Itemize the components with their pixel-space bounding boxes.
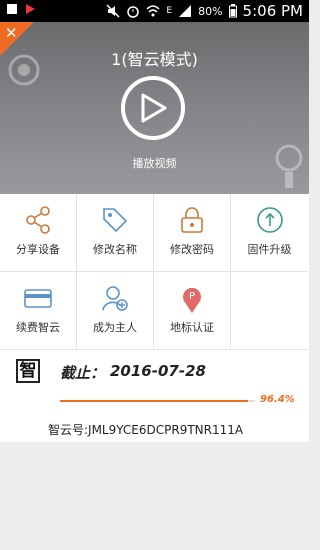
action-label: 分享设备 xyxy=(16,243,60,256)
location-pin-icon: P xyxy=(183,287,201,313)
clock: 5:06 PM xyxy=(242,2,303,20)
progress-fill xyxy=(60,400,248,402)
status-right: E 80% 5:06 PM xyxy=(106,2,303,20)
action-label: 修改名称 xyxy=(93,243,137,256)
play-icon xyxy=(141,93,167,123)
action-label: 修改密码 xyxy=(170,243,214,256)
lock-icon xyxy=(181,207,203,233)
close-icon[interactable]: ✕ xyxy=(5,24,18,42)
firmware-upgrade-button[interactable]: 固件升级 xyxy=(231,194,308,272)
share-icon xyxy=(26,206,50,234)
tag-icon xyxy=(103,208,128,233)
sim-card-icon xyxy=(7,4,17,14)
svg-text:P: P xyxy=(189,291,195,302)
play-store-icon xyxy=(26,4,35,14)
action-label: 成为主人 xyxy=(93,321,137,334)
action-label: 地标认证 xyxy=(170,321,214,334)
cloud-logo-icon: 智 xyxy=(16,359,40,383)
play-video-button[interactable] xyxy=(121,76,185,140)
cloud-id: 智云号:JML9YCE6DCPR9TNR111A xyxy=(48,423,244,437)
network-type: E xyxy=(166,6,173,16)
status-left xyxy=(6,3,36,15)
video-preview-panel: ✕ 1(智云模式) 播放视频 xyxy=(0,22,309,194)
expire-date: 2016-07-28 xyxy=(110,362,206,380)
play-video-label: 播放视频 xyxy=(132,157,177,170)
subscription-info: 智 截止： 2016-07-28 96.4% 智云号:JML9YCE6DCPR9… xyxy=(0,350,309,442)
rename-device-button[interactable]: 修改名称 xyxy=(77,194,154,272)
subscription-progress-bar xyxy=(60,400,255,402)
action-label: 续费智云 xyxy=(16,321,60,334)
empty-cell xyxy=(231,272,308,350)
become-owner-button[interactable]: 成为主人 xyxy=(77,272,154,350)
expire-prefix: 截止： xyxy=(60,364,106,382)
user-add-icon xyxy=(102,286,128,311)
wifi-icon xyxy=(146,5,160,17)
signal-icon xyxy=(179,5,192,17)
progress-percent: 96.4% xyxy=(260,394,295,405)
action-grid: 分享设备 修改名称 修改密码 固件升级 续费智云 成为主人 P 地标认证 xyxy=(0,194,309,350)
landmark-verify-button[interactable]: P 地标认证 xyxy=(154,272,231,350)
status-bar: E 80% 5:06 PM xyxy=(0,0,309,22)
alarm-icon xyxy=(127,6,140,18)
device-title: 1(智云模式) xyxy=(111,50,198,69)
change-password-button[interactable]: 修改密码 xyxy=(154,194,231,272)
mute-icon xyxy=(106,4,120,18)
battery-percent: 80% xyxy=(198,4,223,18)
battery-icon xyxy=(228,4,237,18)
upgrade-icon xyxy=(256,207,283,233)
card-icon xyxy=(24,289,52,308)
share-device-button[interactable]: 分享设备 xyxy=(0,194,77,272)
renew-cloud-button[interactable]: 续费智云 xyxy=(0,272,77,350)
action-label: 固件升级 xyxy=(247,243,292,256)
